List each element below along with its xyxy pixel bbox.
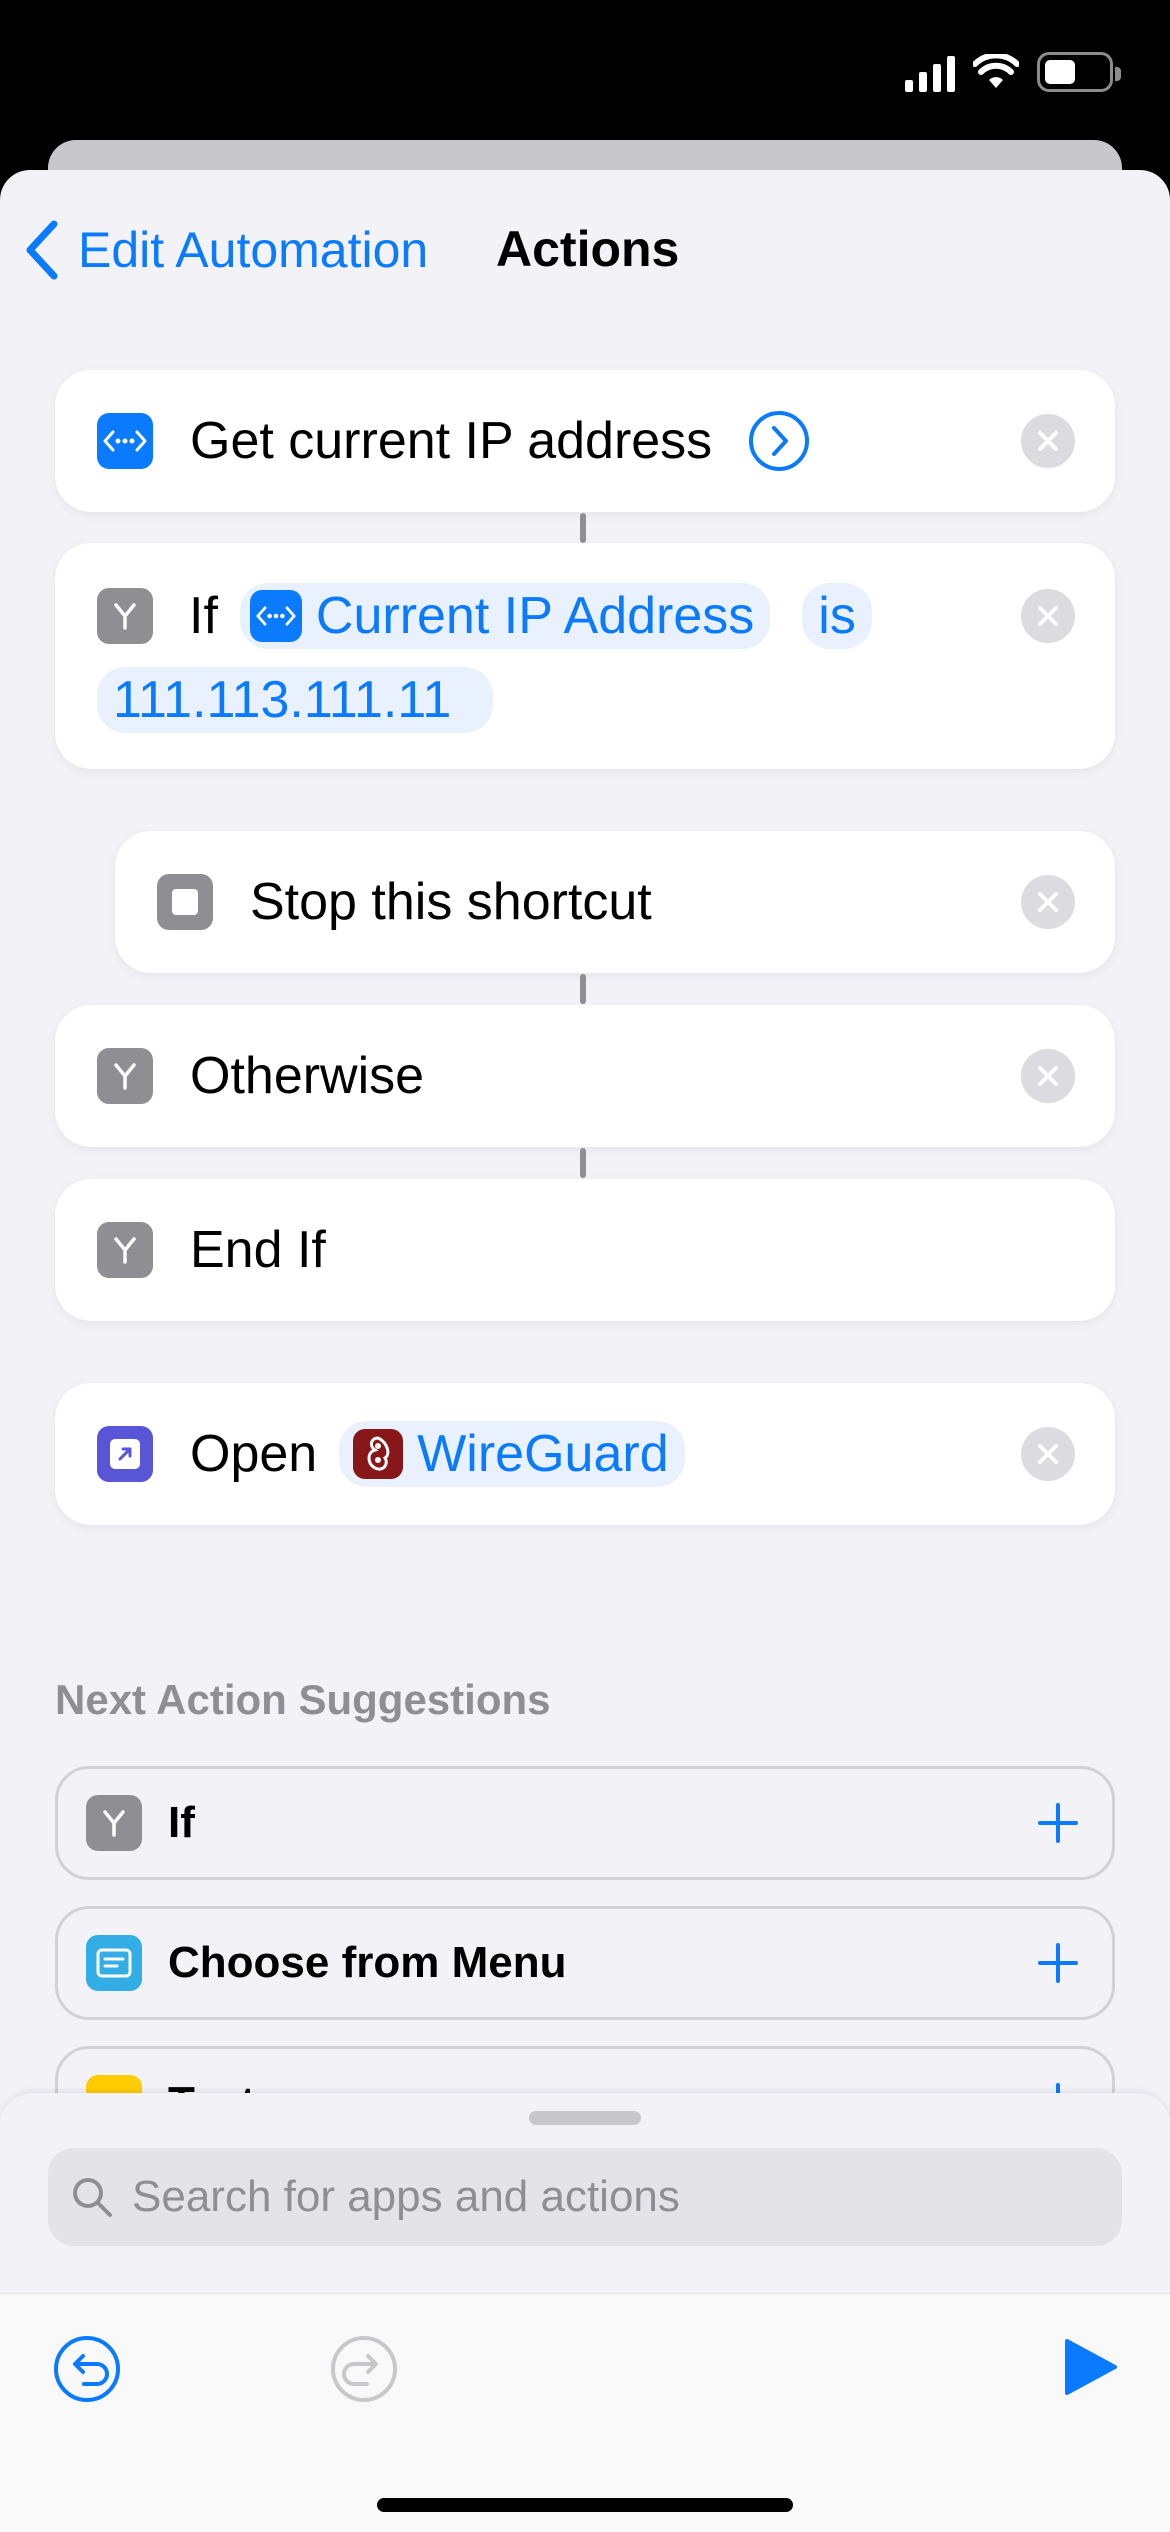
close-icon xyxy=(1038,892,1058,912)
menu-icon xyxy=(86,1935,142,1991)
remove-action-button[interactable] xyxy=(1021,414,1075,468)
action-connector xyxy=(580,974,586,1004)
wireguard-icon xyxy=(353,1429,404,1479)
close-icon xyxy=(1038,431,1058,451)
play-icon[interactable] xyxy=(1063,2337,1119,2397)
action-label: End If xyxy=(190,1221,326,1279)
if-label: If xyxy=(189,587,218,645)
plus-icon[interactable] xyxy=(1032,1797,1084,1849)
chevron-right-circle-icon[interactable] xyxy=(748,410,810,472)
redo-icon[interactable] xyxy=(329,2334,399,2404)
value-token[interactable]: 111.113.111.11 xyxy=(97,667,493,733)
if-icon xyxy=(86,1795,142,1851)
chevron-left-icon xyxy=(26,220,58,280)
bottom-toolbar xyxy=(0,2293,1170,2532)
suggestion-label: If xyxy=(168,1798,195,1847)
action-label: Get current IP address xyxy=(190,412,713,470)
home-indicator xyxy=(377,2498,793,2512)
battery-icon xyxy=(1037,52,1121,92)
if-icon xyxy=(97,1048,153,1104)
suggestion-label: Choose from Menu xyxy=(168,1938,567,1987)
open-app-icon xyxy=(97,1426,153,1482)
remove-action-button[interactable] xyxy=(1021,589,1075,643)
cellular-signal-icon xyxy=(905,52,955,92)
suggestions-title: Next Action Suggestions xyxy=(55,1676,551,1723)
action-get-ip[interactable]: Get current IP address xyxy=(55,370,1115,512)
network-icon xyxy=(249,590,302,642)
back-button[interactable]: Edit Automation xyxy=(24,220,428,280)
suggestion-if[interactable]: If xyxy=(55,1766,1115,1880)
back-label: Edit Automation xyxy=(78,222,429,278)
remove-action-button[interactable] xyxy=(1021,1049,1075,1103)
search-icon xyxy=(73,2178,112,2217)
app-name: WireGuard xyxy=(417,1425,669,1483)
search-panel xyxy=(0,2093,1170,2293)
wifi-icon xyxy=(973,54,1019,88)
action-connector xyxy=(580,513,586,543)
if-icon xyxy=(97,1222,153,1278)
remove-action-button[interactable] xyxy=(1021,875,1075,929)
network-icon xyxy=(97,413,153,469)
plus-icon[interactable] xyxy=(1032,1937,1084,1989)
status-icons xyxy=(905,52,1121,92)
action-connector xyxy=(580,1148,586,1178)
app-token[interactable]: WireGuard xyxy=(339,1421,685,1487)
action-if[interactable]: If Current IP Address is 111.113.111.11 xyxy=(55,543,1115,769)
action-end-if[interactable]: End If xyxy=(55,1179,1115,1321)
drag-handle[interactable] xyxy=(529,2111,641,2125)
action-label: Stop this shortcut xyxy=(250,873,652,931)
action-stop[interactable]: Stop this shortcut xyxy=(115,831,1115,973)
if-icon xyxy=(97,588,153,644)
search-input[interactable] xyxy=(132,2172,1032,2222)
action-label: Open xyxy=(190,1425,318,1483)
action-open-app[interactable]: Open WireGuard xyxy=(55,1383,1115,1525)
status-bar xyxy=(0,0,1170,150)
variable-token[interactable]: Current IP Address xyxy=(239,583,771,649)
variable-label: Current IP Address xyxy=(315,587,755,645)
remove-action-button[interactable] xyxy=(1021,1427,1075,1481)
undo-icon[interactable] xyxy=(52,2334,122,2404)
suggestion-choose-from-menu[interactable]: Choose from Menu xyxy=(55,1906,1115,2020)
action-otherwise[interactable]: Otherwise xyxy=(55,1005,1115,1147)
search-field[interactable] xyxy=(48,2148,1122,2246)
close-icon xyxy=(1038,606,1058,626)
page-title: Actions xyxy=(496,221,680,277)
close-icon xyxy=(1038,1444,1058,1464)
operator-token[interactable]: is xyxy=(802,583,872,649)
close-icon xyxy=(1038,1066,1058,1086)
action-label: Otherwise xyxy=(190,1047,425,1105)
stop-icon xyxy=(157,874,213,930)
